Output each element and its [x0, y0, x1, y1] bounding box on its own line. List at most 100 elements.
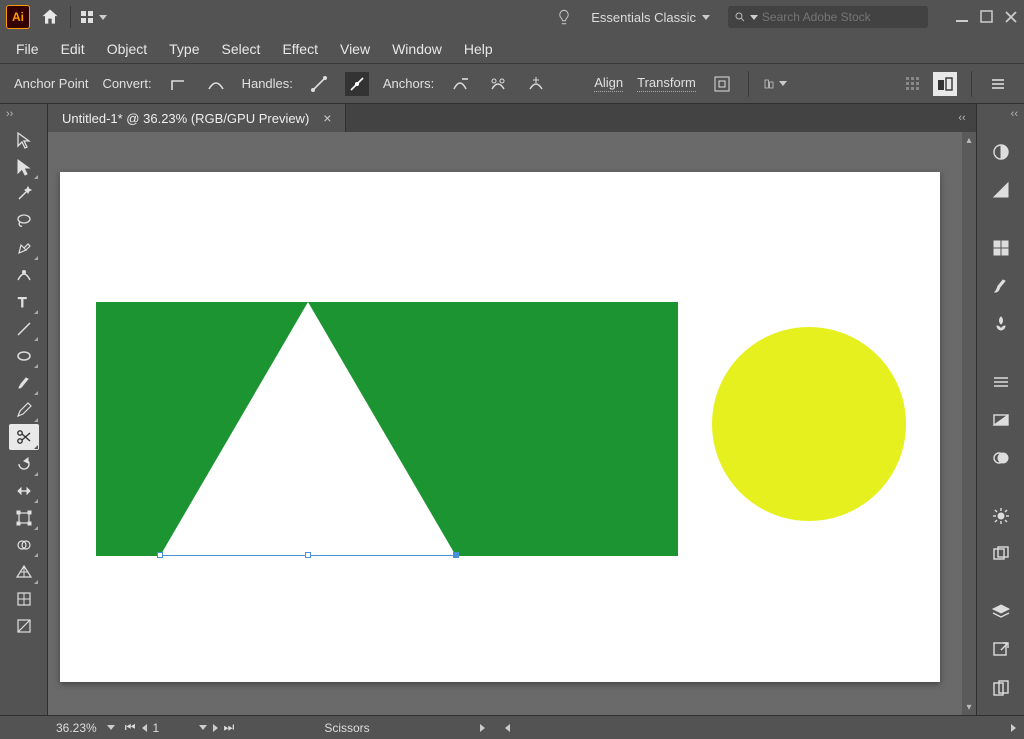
pencil-tool[interactable] — [9, 397, 39, 423]
appearance-panel-icon[interactable] — [987, 504, 1015, 528]
tools-expand-button[interactable]: ›› — [0, 108, 47, 126]
app-logo: Ai — [6, 5, 30, 29]
menu-object[interactable]: Object — [107, 41, 147, 57]
pen-tool[interactable] — [9, 235, 39, 261]
search-stock-field[interactable] — [728, 6, 928, 28]
artboard[interactable] — [60, 172, 940, 682]
status-flyout-icon[interactable] — [480, 724, 485, 732]
anchor-point[interactable] — [305, 552, 311, 558]
minimize-icon[interactable] — [956, 10, 970, 24]
zoom-dropdown-icon[interactable] — [107, 725, 115, 730]
vertical-scrollbar[interactable]: ▴ ▾ — [962, 132, 976, 715]
tab-close-button[interactable]: × — [323, 110, 331, 126]
search-input[interactable] — [762, 10, 922, 24]
home-icon[interactable] — [40, 7, 60, 27]
anchor-point[interactable] — [157, 552, 163, 558]
connect-anchor-button[interactable] — [524, 72, 548, 96]
yellow-circle-shape[interactable] — [712, 327, 906, 521]
menu-effect[interactable]: Effect — [282, 41, 318, 57]
menu-view[interactable]: View — [340, 41, 370, 57]
canvas-area[interactable]: ▴ ▾ — [48, 132, 976, 715]
layers-panel-icon[interactable] — [987, 600, 1015, 624]
shape-builder-tool[interactable] — [9, 532, 39, 558]
brushes-panel-icon[interactable] — [987, 274, 1015, 298]
gradient-tool[interactable] — [9, 613, 39, 639]
chevron-down-icon — [702, 15, 710, 20]
arrange-documents-button[interactable] — [81, 11, 107, 23]
artboards-panel-icon[interactable] — [987, 676, 1015, 700]
document-tab[interactable]: Untitled-1* @ 36.23% (RGB/GPU Preview) × — [48, 104, 346, 132]
panel-collapse-button[interactable]: ‹‹ — [977, 108, 1024, 126]
control-bar-menu-button[interactable] — [986, 72, 1010, 96]
selection-tool[interactable] — [9, 127, 39, 153]
paintbrush-tool[interactable] — [9, 370, 39, 396]
isolate-button[interactable] — [710, 72, 734, 96]
rotate-tool[interactable] — [9, 451, 39, 477]
direct-selection-tool[interactable] — [9, 154, 39, 180]
stroke-panel-icon[interactable] — [987, 370, 1015, 394]
zoom-value[interactable]: 36.23% — [56, 721, 97, 735]
type-tool[interactable]: T — [9, 289, 39, 315]
menu-help[interactable]: Help — [464, 41, 493, 57]
gradient-panel-icon[interactable] — [987, 408, 1015, 432]
close-icon[interactable] — [1004, 10, 1018, 24]
align-button[interactable]: Align — [594, 75, 623, 92]
color-guide-panel-icon[interactable] — [987, 178, 1015, 202]
last-artboard-button[interactable]: ⏭ — [224, 720, 235, 735]
convert-smooth-button[interactable] — [204, 72, 228, 96]
maximize-icon[interactable] — [980, 10, 994, 24]
anchor-point-selected[interactable] — [453, 552, 459, 558]
align-to-button[interactable] — [763, 72, 787, 96]
menu-type[interactable]: Type — [169, 41, 199, 57]
chevron-down-icon — [99, 15, 107, 20]
next-artboard-button[interactable] — [213, 724, 218, 732]
prev-artboard-button[interactable] — [142, 724, 147, 732]
workspace-switcher[interactable]: Essentials Classic — [583, 6, 718, 29]
reference-point-grid[interactable] — [906, 77, 919, 90]
status-bar: 36.23% ⏮ 1 ⏭ Scissors — [0, 715, 1024, 739]
align-pixel-grid-button[interactable] — [933, 72, 957, 96]
artboard-number-field[interactable]: 1 — [153, 721, 193, 735]
menu-file[interactable]: File — [16, 41, 39, 57]
tools-panel: ›› T — [0, 104, 48, 715]
scissors-tool[interactable] — [9, 424, 39, 450]
line-tool[interactable] — [9, 316, 39, 342]
color-panel-icon[interactable] — [987, 140, 1015, 164]
first-artboard-button[interactable]: ⏮ — [125, 720, 136, 735]
hscroll-left-button[interactable] — [505, 724, 510, 732]
menu-window[interactable]: Window — [392, 41, 442, 57]
chevron-down-icon — [750, 15, 758, 20]
window-controls — [956, 10, 1018, 24]
hide-handles-button[interactable] — [345, 72, 369, 96]
free-transform-tool[interactable] — [9, 505, 39, 531]
menu-select[interactable]: Select — [222, 41, 261, 57]
symbols-panel-icon[interactable] — [987, 312, 1015, 336]
scroll-up-button[interactable]: ▴ — [962, 132, 976, 148]
control-bar: Anchor Point Convert: Handles: Anchors: … — [0, 64, 1024, 104]
cut-path-button[interactable] — [486, 72, 510, 96]
graphic-styles-panel-icon[interactable] — [987, 542, 1015, 566]
panel-collapse-button[interactable]: ‹‹ — [948, 104, 976, 132]
asset-export-panel-icon[interactable] — [987, 638, 1015, 662]
main-region: ›› T Untitled-1* @ 36.23% (RGB/GPU Previ… — [0, 104, 1024, 715]
magic-wand-tool[interactable] — [9, 181, 39, 207]
discover-icon[interactable] — [555, 8, 573, 26]
transform-button[interactable]: Transform — [637, 75, 696, 92]
white-triangle-shape[interactable] — [160, 302, 456, 556]
width-tool[interactable] — [9, 478, 39, 504]
lasso-tool[interactable] — [9, 208, 39, 234]
show-handles-button[interactable] — [307, 72, 331, 96]
menu-edit[interactable]: Edit — [61, 41, 85, 57]
convert-corner-button[interactable] — [166, 72, 190, 96]
hscroll-right-button[interactable] — [1011, 724, 1016, 732]
ellipse-tool[interactable] — [9, 343, 39, 369]
curvature-tool[interactable] — [9, 262, 39, 288]
swatches-panel-icon[interactable] — [987, 236, 1015, 260]
transparency-panel-icon[interactable] — [987, 446, 1015, 470]
perspective-grid-tool[interactable] — [9, 559, 39, 585]
scroll-down-button[interactable]: ▾ — [962, 699, 976, 715]
artboard-dropdown-icon[interactable] — [199, 725, 207, 730]
remove-anchor-button[interactable] — [448, 72, 472, 96]
tab-strip: Untitled-1* @ 36.23% (RGB/GPU Preview) ×… — [48, 104, 976, 132]
mesh-tool[interactable] — [9, 586, 39, 612]
